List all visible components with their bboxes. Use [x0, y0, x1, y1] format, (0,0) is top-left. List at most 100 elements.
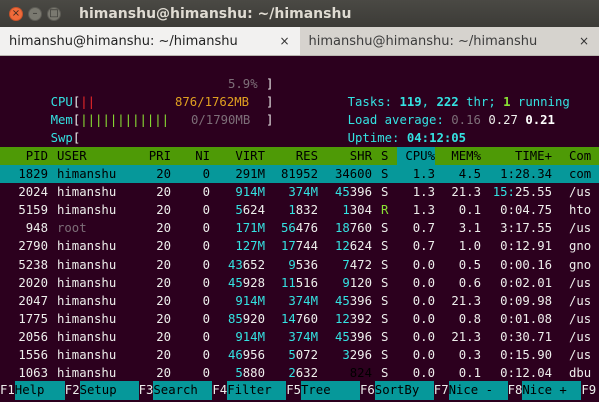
tab-close-icon[interactable]: ×: [279, 34, 289, 48]
cell-time: 15:25.55: [492, 185, 552, 200]
cell-virt: 914M: [235, 293, 265, 308]
cell-shr: 45396: [334, 293, 372, 308]
table-row[interactable]: 1775 himanshu 20 0 85920 14760 12392 S 0.0 0.8 0:0…: [0, 310, 599, 328]
cell-shr: 45396: [334, 329, 372, 344]
table-row[interactable]: 1556 himanshu 20 0 46956 5072 3296 S 0.0 0.3 0:15.…: [0, 346, 599, 364]
cell-virt: 914M: [235, 185, 265, 200]
cell-cmd: /us: [569, 311, 592, 326]
cell-mem: 0.8: [458, 311, 481, 326]
cell-pid: 2020: [18, 275, 48, 290]
cell-shr: 9120: [342, 275, 372, 290]
table-row[interactable]: 2047 himanshu 20 0 914M 374M 45396 S 0.0 21.3 0:09…: [0, 292, 599, 310]
fkey-label-nice-[interactable]: Nice +: [522, 381, 582, 400]
fkey-f8[interactable]: F8: [508, 381, 523, 400]
uptime-label: Uptime:: [347, 130, 407, 145]
table-row[interactable]: 5238 himanshu 20 0 43652 9536 7472 S 0.0 0.5 0:00.…: [0, 256, 599, 274]
fkey-label-sortby[interactable]: SortBy: [374, 381, 434, 400]
cell-time: 0:30.71: [500, 329, 552, 344]
cell-s: S: [381, 348, 389, 362]
cell-res: 11516: [280, 275, 318, 290]
cell-cpu: 1.3: [412, 185, 435, 200]
cell-cmd: hto: [569, 203, 592, 218]
cell-user: himanshu: [57, 275, 117, 290]
tab-terminal-1[interactable]: himanshu@himanshu: ~/himanshu ×: [0, 27, 300, 55]
tab-label: himanshu@himanshu: ~/himanshu: [308, 33, 538, 49]
col-user[interactable]: USER: [57, 147, 87, 165]
cell-pid: 5238: [18, 257, 48, 272]
terminal-area[interactable]: CPU[|| 5.9% ] Mem[|||||||||||| 876/1762M…: [0, 56, 599, 402]
fkey-f6[interactable]: F6: [360, 381, 375, 400]
fkey-label-nice-[interactable]: Nice -: [448, 381, 508, 400]
cell-shr: 3296: [342, 348, 372, 362]
table-row[interactable]: 1829 himanshu 20 0 291M 81952 34600 S 1.3 4.5 1:28…: [0, 165, 599, 183]
col-ni[interactable]: NI: [180, 147, 210, 165]
table-row[interactable]: 2790 himanshu 20 0 127M 17744 12624 S 0.7 1.0 0:12…: [0, 237, 599, 255]
tab-terminal-2[interactable]: himanshu@himanshu: ~/himanshu ×: [300, 27, 599, 55]
fkey-f1[interactable]: F1: [0, 381, 15, 400]
col-shr[interactable]: SHR: [325, 147, 372, 165]
cell-cmd: /us: [569, 348, 592, 362]
col-time[interactable]: TIME+: [490, 147, 552, 165]
cell-mem: 4.5: [458, 167, 481, 181]
cell-virt: 5624: [235, 203, 265, 218]
cpu-value: 5.9%: [228, 77, 258, 91]
cell-res: 9536: [288, 257, 318, 272]
fkey-f3[interactable]: F3: [139, 381, 154, 400]
fkey-label-search[interactable]: Search: [153, 381, 213, 400]
fkey-label-tree[interactable]: Tree: [301, 381, 360, 400]
cell-cpu: 0.0: [412, 257, 435, 272]
fkey-f2[interactable]: F2: [65, 381, 80, 400]
col-pri[interactable]: PRI: [136, 147, 171, 165]
cell-res: 17744: [280, 239, 318, 254]
cell-pri: 20: [156, 167, 171, 181]
fkey-f7[interactable]: F7: [434, 381, 449, 400]
fkey-label-filter[interactable]: Filter: [227, 381, 287, 400]
table-row[interactable]: 1063 himanshu 20 0 5880 2632 824 S 0.0 0.1 0:12.04…: [0, 364, 599, 382]
cell-user: himanshu: [57, 366, 117, 381]
col-state[interactable]: S: [381, 147, 388, 165]
cell-pid: 1829: [18, 167, 48, 181]
table-row[interactable]: 2056 himanshu 20 0 914M 374M 45396 S 0.0 21.3 0:30…: [0, 328, 599, 346]
uptime: Uptime: 04:12:05: [318, 112, 466, 145]
cell-time: 0:00.16: [500, 257, 552, 272]
maximize-window-icon[interactable]: □: [47, 6, 61, 21]
cell-mem: 0.6: [458, 275, 481, 290]
window-title: himanshu@himanshu: ~/himanshu: [79, 5, 352, 22]
minimize-window-icon[interactable]: –: [28, 6, 42, 21]
col-command[interactable]: Com: [569, 147, 591, 165]
col-res[interactable]: RES: [272, 147, 318, 165]
fkey-label-setup[interactable]: Setup: [79, 381, 139, 400]
cell-pid: 1063: [18, 366, 48, 381]
fkey-f5[interactable]: F5: [286, 381, 301, 400]
fkey-f4[interactable]: F4: [212, 381, 227, 400]
cell-mem: 0.3: [458, 348, 481, 362]
tab-close-icon[interactable]: ×: [579, 34, 589, 48]
col-cpu-sorted[interactable]: CPU%: [397, 147, 435, 165]
cell-pri: 20: [156, 329, 171, 344]
col-virt[interactable]: VIRT: [220, 147, 265, 165]
table-row[interactable]: 2024 himanshu 20 0 914M 374M 45396 S 1.3 21.3 15:2…: [0, 183, 599, 201]
fkey-f9[interactable]: F9: [581, 381, 596, 400]
col-mem[interactable]: MEM%: [441, 147, 481, 165]
col-pid[interactable]: PID: [0, 147, 48, 165]
load-average: Load average: 0.16 0.27 0.21: [318, 94, 555, 127]
close-window-icon[interactable]: ×: [9, 6, 23, 21]
cell-res: 81952: [280, 167, 318, 181]
table-row[interactable]: 948 root 20 0 171M 56476 18760 S 0.7 3.1 3:17.55/u…: [0, 219, 599, 237]
cell-s: S: [381, 293, 389, 308]
cell-pri: 20: [156, 221, 171, 236]
cell-time: 0:12.91: [500, 239, 552, 254]
cell-shr: 7472: [342, 257, 372, 272]
cell-pri: 20: [156, 293, 171, 308]
table-row[interactable]: 5159 himanshu 20 0 5624 1832 1304 R 1.3 0.1 0:04.7…: [0, 201, 599, 219]
cell-res: 5072: [288, 348, 318, 362]
table-row[interactable]: 2020 himanshu 20 0 45928 11516 9120 S 0.0 0.6 0:02…: [0, 274, 599, 292]
fkey-label-help[interactable]: Help: [14, 381, 65, 400]
cell-cmd: /us: [569, 221, 592, 236]
cell-pri: 20: [156, 239, 171, 254]
cell-pid: 1775: [18, 311, 48, 326]
cell-virt: 43652: [227, 257, 265, 272]
cell-mem: 1.0: [458, 239, 481, 254]
cell-pid: 1556: [18, 348, 48, 362]
swp-value: 0/1790MB: [191, 113, 251, 127]
